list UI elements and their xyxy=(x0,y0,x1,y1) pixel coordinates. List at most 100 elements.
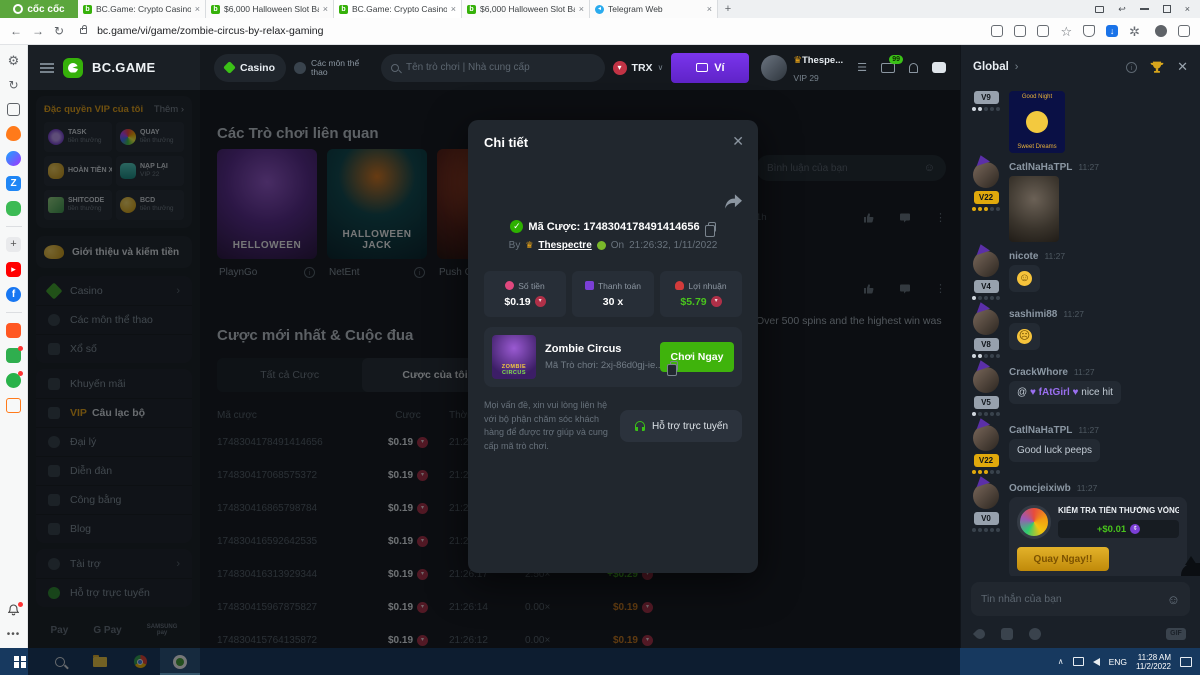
modal-title: Chi tiết xyxy=(484,135,528,150)
tab-search-icon[interactable] xyxy=(1095,6,1104,13)
tab-close-icon[interactable]: × xyxy=(451,4,456,14)
avatar[interactable] xyxy=(761,55,787,81)
games-icon[interactable] xyxy=(6,201,21,216)
user-mention[interactable]: ♥ fAtGirl ♥ xyxy=(1030,387,1079,398)
promo-icon[interactable] xyxy=(6,373,21,388)
reopen-tab-icon[interactable]: ↩ xyxy=(1118,4,1126,15)
tab-close-icon[interactable]: × xyxy=(323,4,328,14)
avatar[interactable] xyxy=(973,251,999,277)
save-page-icon[interactable] xyxy=(991,25,1003,37)
bookmark-star-icon[interactable]: ☆ xyxy=(1060,25,1072,38)
shopping-cart-icon[interactable] xyxy=(6,398,21,413)
profit-icon xyxy=(675,281,684,290)
chat-close-icon[interactable]: ✕ xyxy=(1177,59,1188,75)
tiktok-shop-icon[interactable] xyxy=(6,323,21,338)
casino-tab[interactable]: Casino xyxy=(214,54,286,82)
settings-gear-icon[interactable]: ⚙ xyxy=(6,53,21,68)
action-center-icon[interactable] xyxy=(1180,657,1192,667)
avatar[interactable] xyxy=(973,367,999,393)
tab-close-icon[interactable]: × xyxy=(195,4,200,14)
browser-tab[interactable]: $6,000 Halloween Slot Battle× xyxy=(462,0,590,18)
sports-tab[interactable]: Các môn thể thao xyxy=(294,59,373,77)
notification-bell-icon[interactable] xyxy=(6,604,21,619)
tab-close-icon[interactable]: × xyxy=(707,4,712,14)
language-indicator[interactable]: ENG xyxy=(1109,657,1127,667)
copy-icon[interactable] xyxy=(670,361,678,371)
messenger-icon[interactable] xyxy=(6,151,21,166)
sports-ball-icon xyxy=(294,62,306,74)
trending-fire-icon[interactable] xyxy=(6,126,21,141)
volume-icon[interactable] xyxy=(1093,658,1100,666)
facebook-icon[interactable]: f xyxy=(6,287,21,302)
gif-keyboard-icon[interactable]: GIF xyxy=(1166,628,1186,640)
chat-room-name[interactable]: Global xyxy=(973,61,1009,73)
user-profile[interactable]: ♛Thespe...VIP 29 xyxy=(761,50,843,86)
browser-tab[interactable]: BC.Game: Crypto Casino Gam× xyxy=(78,0,206,18)
modal-close-icon[interactable]: ✕ xyxy=(732,133,744,150)
extensions-icon[interactable]: ✲ xyxy=(1129,25,1140,38)
youtube-icon[interactable] xyxy=(6,262,21,277)
profile-icon[interactable] xyxy=(1155,25,1167,37)
rain-icon[interactable] xyxy=(973,627,987,641)
bell-icon[interactable] xyxy=(909,63,918,73)
more-icon[interactable]: ••• xyxy=(7,629,21,640)
maximize-button[interactable] xyxy=(1163,5,1171,13)
wallet-button[interactable]: Ví xyxy=(671,53,749,83)
zalo-icon[interactable]: Z xyxy=(6,176,21,191)
avatar[interactable] xyxy=(973,309,999,335)
chat-toggle-icon[interactable] xyxy=(932,62,946,73)
downloads-tray-icon[interactable] xyxy=(1178,25,1190,37)
gift-icon[interactable] xyxy=(6,348,21,363)
spin-now-button[interactable]: Quay Ngay!! xyxy=(1017,547,1109,571)
address-bar[interactable]: bc.game/vi/game/zombie-circus-by-relax-g… xyxy=(97,25,981,37)
chat-rules-shortcut-icon[interactable] xyxy=(1001,628,1013,640)
clock[interactable]: 11:28 AM11/2/2022 xyxy=(1136,653,1171,671)
vip-level-badge: V4 xyxy=(974,280,999,293)
trophy-icon[interactable] xyxy=(1150,61,1164,74)
minimize-button[interactable] xyxy=(1140,8,1149,10)
lucky-wheel-icon xyxy=(1017,505,1051,539)
meme-photo-image[interactable] xyxy=(1009,176,1059,242)
history-icon[interactable]: ↻ xyxy=(6,78,21,93)
share-icon[interactable] xyxy=(1037,25,1049,37)
bcgame-logo-text[interactable]: BC.GAME xyxy=(92,60,156,75)
newsfeed-icon[interactable] xyxy=(7,103,20,116)
chat-message-input[interactable]: Tin nhắn của bạn☺ xyxy=(971,582,1190,616)
coin-drop-icon[interactable] xyxy=(1029,628,1041,640)
translate-icon[interactable] xyxy=(1014,25,1026,37)
copy-icon[interactable] xyxy=(708,222,716,232)
back-icon[interactable]: ← xyxy=(10,25,22,37)
close-window-button[interactable]: × xyxy=(1185,4,1190,14)
add-shortcut-icon[interactable]: + xyxy=(6,237,21,252)
trx-coin-icon: ▾ xyxy=(535,296,546,307)
download-active-icon[interactable] xyxy=(1106,25,1118,37)
hamburger-menu-icon[interactable] xyxy=(40,63,54,73)
bet-username[interactable]: Thespectre xyxy=(538,240,591,251)
browser-tab[interactable]: Telegram Web× xyxy=(590,0,718,18)
browser-tab-active[interactable]: BC.Game: Crypto Casino Gam× xyxy=(334,0,462,18)
network-icon[interactable] xyxy=(1073,657,1084,666)
avatar[interactable] xyxy=(973,162,999,188)
browser-tab[interactable]: $6,000 Halloween Slot Battle× xyxy=(206,0,334,18)
currency-selector[interactable]: ▾TRX∨ xyxy=(613,61,664,75)
adblock-shield-icon[interactable] xyxy=(1083,25,1095,37)
hidden-icons-caret[interactable]: ∧ xyxy=(1058,657,1064,666)
share-arrow-icon[interactable] xyxy=(725,194,742,209)
chat-rules-icon[interactable]: i xyxy=(1126,62,1137,73)
mail-icon[interactable]: 99 xyxy=(881,63,895,73)
chat-footer: GIF xyxy=(961,620,1200,648)
crown-icon: ♛ xyxy=(793,55,802,66)
tab-close-icon[interactable]: × xyxy=(579,4,584,14)
reload-icon[interactable]: ↻ xyxy=(54,25,64,37)
avatar[interactable] xyxy=(973,483,999,509)
forward-icon[interactable]: → xyxy=(32,25,44,37)
coccoc-logo-icon xyxy=(13,4,23,14)
goodnight-gif-image[interactable]: Good NightSweet Dreams xyxy=(1009,91,1065,153)
new-tab-button[interactable]: + xyxy=(718,0,738,18)
zombie-circus-thumbnail[interactable]: ZOMBIECIRCUS xyxy=(492,335,536,379)
emoji-smiley-icon[interactable]: ☺ xyxy=(1167,592,1180,607)
avatar[interactable] xyxy=(973,425,999,451)
game-search-input[interactable]: Tên trò chơi | Nhà cung cấp xyxy=(381,54,605,82)
live-support-button[interactable]: Hỗ trợ trực tuyến xyxy=(620,410,742,442)
quests-list-icon[interactable]: ☰ xyxy=(857,61,867,74)
